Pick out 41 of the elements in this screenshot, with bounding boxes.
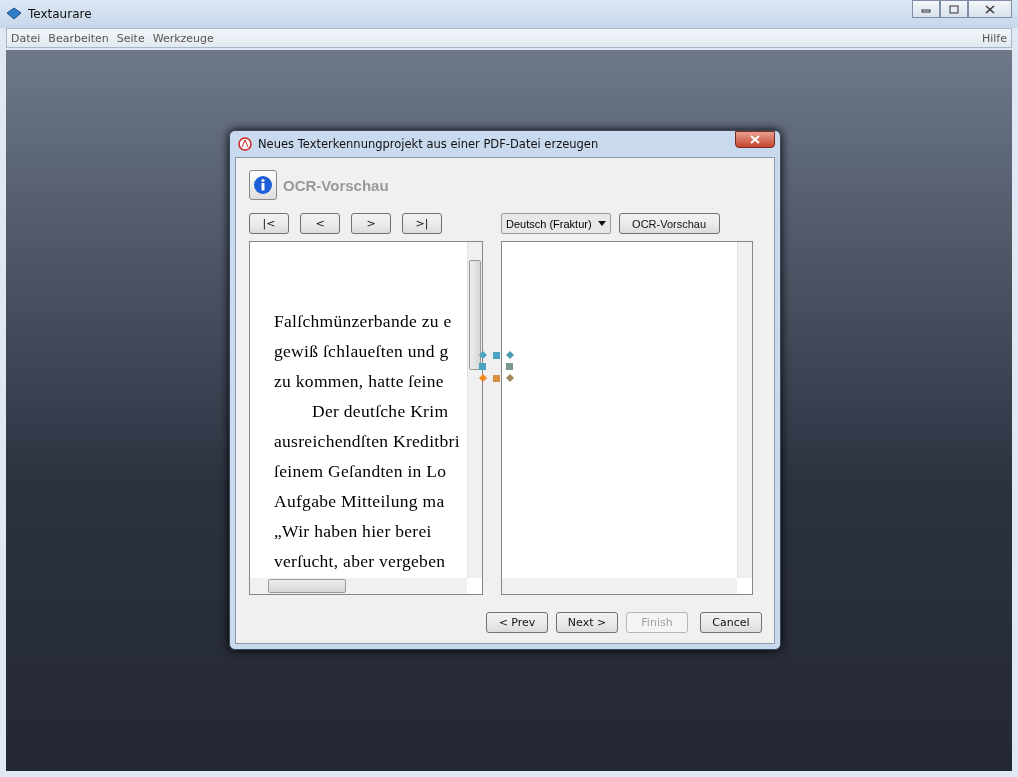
- close-icon: [750, 135, 760, 144]
- page-nav-button[interactable]: >: [351, 213, 391, 234]
- wizard-button[interactable]: Next >: [556, 612, 618, 633]
- page-text-line: Falſchmünzerbande zu e: [274, 310, 453, 333]
- window-title: Textaurare: [28, 7, 92, 21]
- wizard-button[interactable]: < Prev: [486, 612, 548, 633]
- vertical-scrollbar[interactable]: [467, 242, 482, 578]
- page-text-line: gewiß ſchlaueſten und g: [274, 340, 450, 363]
- menu-item[interactable]: Bearbeiten: [48, 31, 109, 45]
- close-button[interactable]: [968, 0, 1012, 18]
- info-icon: [249, 170, 277, 200]
- close-icon: [985, 4, 995, 14]
- page-text-line: Der deutſche Krim: [311, 400, 450, 423]
- maximize-icon: [949, 4, 959, 14]
- minimize-button[interactable]: [912, 0, 940, 18]
- menu-item[interactable]: Werkzeuge: [152, 31, 214, 45]
- wizard-button[interactable]: Cancel: [700, 612, 762, 633]
- pdf-icon: [238, 137, 252, 151]
- page-text-line: „Wir haben hier berei: [274, 520, 433, 543]
- page-nav-button[interactable]: <: [300, 213, 340, 234]
- page-nav-button[interactable]: >|: [402, 213, 442, 234]
- menu-item[interactable]: Datei: [11, 31, 41, 45]
- menu-item[interactable]: Hilfe: [981, 31, 1007, 45]
- page-text-line: ausreichendſten Kreditbri: [274, 430, 461, 453]
- page-text-line: verſucht, aber vergeben: [274, 550, 447, 573]
- dialog-title: Neues Texterkennungprojekt aus einer PDF-Datei erzeugen: [258, 137, 599, 151]
- page-text-line: Aufgabe Mitteilung ma: [274, 490, 446, 513]
- page-nav-button[interactable]: |<: [249, 213, 289, 234]
- vertical-scrollbar[interactable]: [737, 242, 752, 578]
- horizontal-scrollbar[interactable]: [502, 578, 737, 594]
- caret-icon: [597, 221, 606, 226]
- close-button[interactable]: [735, 131, 775, 148]
- menu-item[interactable]: Seite: [116, 31, 145, 45]
- maximize-button[interactable]: [940, 0, 968, 18]
- page-text-line: zu kommen, hatte ſeine: [274, 370, 445, 393]
- language-dropdown[interactable]: Deutsch (Fraktur): [501, 213, 611, 234]
- horizontal-scrollbar[interactable]: [250, 578, 467, 594]
- splitter-handle-drawing[interactable]: [478, 350, 516, 384]
- ocr-preview-button[interactable]: OCR-Vorschau: [618, 213, 720, 234]
- step-title: OCR-Vorschau: [283, 176, 389, 194]
- page-text-line: ſeinem Geſandten in Lo: [274, 460, 448, 483]
